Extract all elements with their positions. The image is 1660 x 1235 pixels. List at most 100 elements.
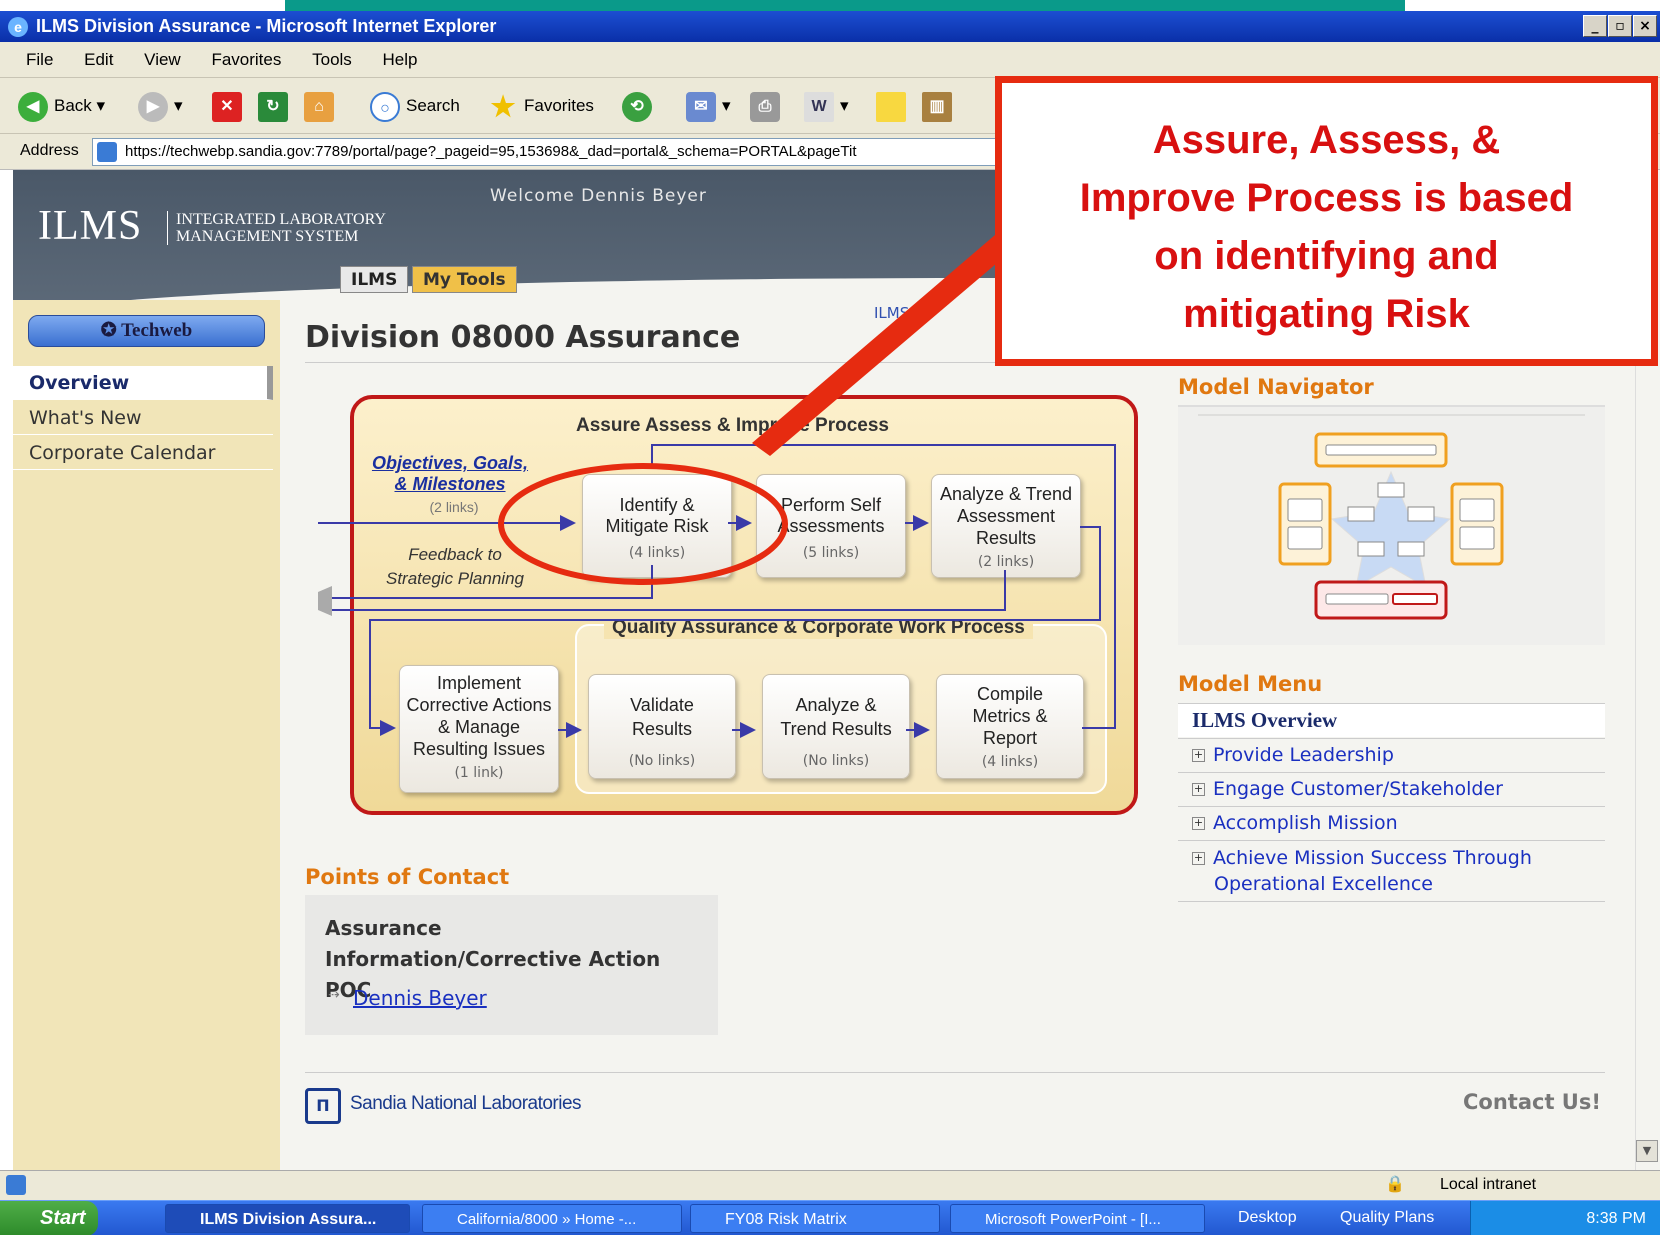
diagram-title-top: Assure Assess & Improve Process bbox=[576, 415, 889, 436]
edit-button[interactable]: W ▾ bbox=[804, 86, 849, 126]
link-arrow-icon: ⇢ bbox=[328, 987, 340, 1003]
books-icon: ▥ bbox=[922, 91, 952, 122]
page-icon bbox=[97, 142, 117, 162]
ie-logo-icon: e bbox=[8, 17, 28, 37]
process-diagram: Assure Assess & Improve Process Quality … bbox=[350, 395, 1138, 815]
menu-tools[interactable]: Tools bbox=[312, 50, 352, 69]
zone-label: Local intranet bbox=[1440, 1176, 1537, 1193]
sidebar-item-overview[interactable]: Overview bbox=[13, 366, 273, 400]
model-navigator-title: Model Navigator bbox=[1178, 375, 1374, 399]
model-menu-title: Model Menu bbox=[1178, 672, 1323, 696]
menu-file[interactable]: File bbox=[26, 50, 53, 69]
feedback-text: Feedback to Strategic Planning bbox=[386, 545, 524, 588]
box-validate-results[interactable]: Validate Results (No links) bbox=[588, 674, 736, 779]
maximize-button[interactable]: ▫ bbox=[1608, 15, 1632, 37]
box-implement-corrective-actions[interactable]: Implement Corrective Actions & Manage Resul… bbox=[399, 665, 559, 793]
refresh-button[interactable]: ↻ bbox=[258, 86, 294, 126]
ilms-logo-subtitle: INTEGRATED LABORATORY MANAGEMENT SYSTEM bbox=[167, 211, 386, 245]
address-input[interactable]: https://techwebp.sandia.gov:7789/portal/… bbox=[92, 138, 1012, 166]
techweb-icon: ✪ bbox=[100, 320, 122, 341]
print-icon: ⎙ bbox=[750, 91, 780, 122]
menu-favorites[interactable]: Favorites bbox=[211, 50, 281, 69]
expand-icon: + bbox=[1192, 748, 1205, 762]
sidebar-item-corporate-calendar[interactable]: Corporate Calendar bbox=[13, 436, 273, 470]
poc-title: Points of Contact bbox=[305, 865, 510, 889]
notes-button[interactable] bbox=[876, 86, 912, 126]
home-button[interactable]: ⌂ bbox=[304, 86, 340, 126]
address-label: Address bbox=[20, 142, 79, 159]
star-icon: ★ bbox=[490, 90, 516, 122]
window-titlebar: e ILMS Division Assurance - Microsoft In… bbox=[0, 11, 1660, 42]
clock: 8:38 PM bbox=[1586, 1210, 1646, 1227]
callout-annotation: Assure, Assess, & Improve Process is bas… bbox=[995, 76, 1658, 366]
system-tray: 8:38 PM bbox=[1470, 1201, 1660, 1235]
model-navigator-panel[interactable] bbox=[1178, 405, 1605, 645]
menu-view[interactable]: View bbox=[144, 50, 181, 69]
start-button[interactable]: Start bbox=[0, 1201, 98, 1235]
sandia-label[interactable]: Sandia National Laboratories bbox=[350, 1093, 582, 1115]
contact-us-link[interactable]: Contact Us! bbox=[1463, 1090, 1601, 1114]
tab-my-tools[interactable]: My Tools bbox=[412, 266, 517, 293]
home-icon: ⌂ bbox=[304, 91, 334, 122]
menu-item-achieve-mission-success[interactable]: + Achieve Mission Success Through Operatio… bbox=[1178, 840, 1605, 902]
print-button[interactable]: ⎙ bbox=[750, 86, 786, 126]
word-icon: W bbox=[804, 91, 834, 122]
box-analyze-trend-results[interactable]: Analyze & Trend Results (No links) bbox=[762, 674, 910, 779]
sidebar-item-whats-new[interactable]: What's New bbox=[13, 401, 273, 435]
refresh-icon: ↻ bbox=[258, 91, 288, 122]
history-button[interactable]: ⟲ bbox=[622, 86, 658, 126]
tab-ilms[interactable]: ILMS bbox=[340, 266, 409, 293]
task-california[interactable]: California/8000 » Home -... bbox=[422, 1204, 682, 1233]
breadcrumb-ilms[interactable]: ILMS bbox=[874, 304, 909, 322]
quality-plans-toolbar[interactable]: Quality Plans bbox=[1340, 1209, 1434, 1227]
box-perform-self-assessments[interactable]: Perform Self Assessments (5 links) bbox=[756, 474, 906, 578]
expand-icon: + bbox=[1192, 851, 1205, 865]
menu-item-ilms-overview[interactable]: ILMS Overview bbox=[1178, 703, 1605, 737]
search-icon: ○ bbox=[370, 91, 400, 122]
menu-item-accomplish-mission[interactable]: + Accomplish Mission bbox=[1178, 806, 1605, 840]
menu-edit[interactable]: Edit bbox=[84, 50, 113, 69]
stop-button[interactable]: ✕ bbox=[212, 86, 248, 126]
box-analyze-trend-assessment[interactable]: Analyze & Trend Assessment Results (2 links… bbox=[931, 474, 1081, 578]
mail-button[interactable]: ✉ ▾ bbox=[686, 86, 731, 126]
welcome-text: Welcome Dennis Beyer bbox=[490, 186, 707, 206]
footer-divider bbox=[305, 1072, 1605, 1073]
lock-icon: 🔒 bbox=[1385, 1174, 1405, 1193]
search-button[interactable]: ○ Search bbox=[370, 86, 460, 126]
model-navigator-graphic bbox=[1198, 414, 1585, 620]
task-powerpoint[interactable]: Microsoft PowerPoint - [I... bbox=[950, 1204, 1205, 1233]
menu-bar: File Edit View Favorites Tools Help bbox=[0, 42, 1660, 78]
research-button[interactable]: ▥ bbox=[922, 86, 958, 126]
ilms-logo[interactable]: ILMS bbox=[38, 202, 142, 250]
poc-name-link[interactable]: Dennis Beyer bbox=[353, 986, 487, 1010]
box-identify-mitigate-risk[interactable]: Identify & Mitigate Risk (4 links) bbox=[582, 474, 732, 578]
menu-item-provide-leadership[interactable]: + Provide Leadership bbox=[1178, 738, 1605, 772]
expand-icon: + bbox=[1192, 782, 1205, 796]
page-status-icon bbox=[6, 1175, 26, 1195]
forward-button[interactable]: ▶ ▾ bbox=[138, 86, 183, 126]
scroll-down-button[interactable]: ▼ bbox=[1636, 1140, 1658, 1162]
diagram-title-bottom: Quality Assurance & Corporate Work Proce… bbox=[604, 617, 1033, 639]
menu-item-engage-customer[interactable]: + Engage Customer/Stakeholder bbox=[1178, 772, 1605, 806]
minimize-button[interactable]: _ bbox=[1583, 15, 1607, 37]
objectives-link-count: (2 links) bbox=[429, 499, 479, 515]
expand-icon: + bbox=[1192, 816, 1205, 830]
task-ilms[interactable]: ILMS Division Assura... bbox=[165, 1204, 410, 1233]
techweb-button[interactable]: ✪ Techweb bbox=[28, 315, 265, 347]
desktop-toolbar[interactable]: Desktop bbox=[1238, 1209, 1297, 1227]
menu-help[interactable]: Help bbox=[383, 50, 418, 69]
sandia-logo-icon: Π bbox=[305, 1088, 341, 1124]
favorites-button[interactable]: ★ Favorites bbox=[488, 86, 593, 126]
back-button[interactable]: ◀ Back ▾ bbox=[18, 86, 105, 126]
stop-icon: ✕ bbox=[212, 91, 242, 122]
history-icon: ⟲ bbox=[622, 91, 652, 122]
box-compile-metrics-report[interactable]: Compile Metrics & Report (4 links) bbox=[936, 674, 1084, 779]
objectives-link[interactable]: Objectives, Goals, & Milestones bbox=[370, 453, 530, 495]
taskbar: Start ILMS Division Assura... California… bbox=[0, 1200, 1660, 1235]
task-risk-matrix[interactable]: FY08 Risk Matrix bbox=[690, 1204, 940, 1233]
window-title: ILMS Division Assurance - Microsoft Inte… bbox=[36, 16, 497, 36]
note-icon bbox=[876, 91, 906, 122]
slide-top-strip bbox=[285, 0, 1405, 11]
close-button[interactable]: × bbox=[1633, 15, 1657, 37]
back-arrow-icon: ◀ bbox=[18, 91, 48, 122]
